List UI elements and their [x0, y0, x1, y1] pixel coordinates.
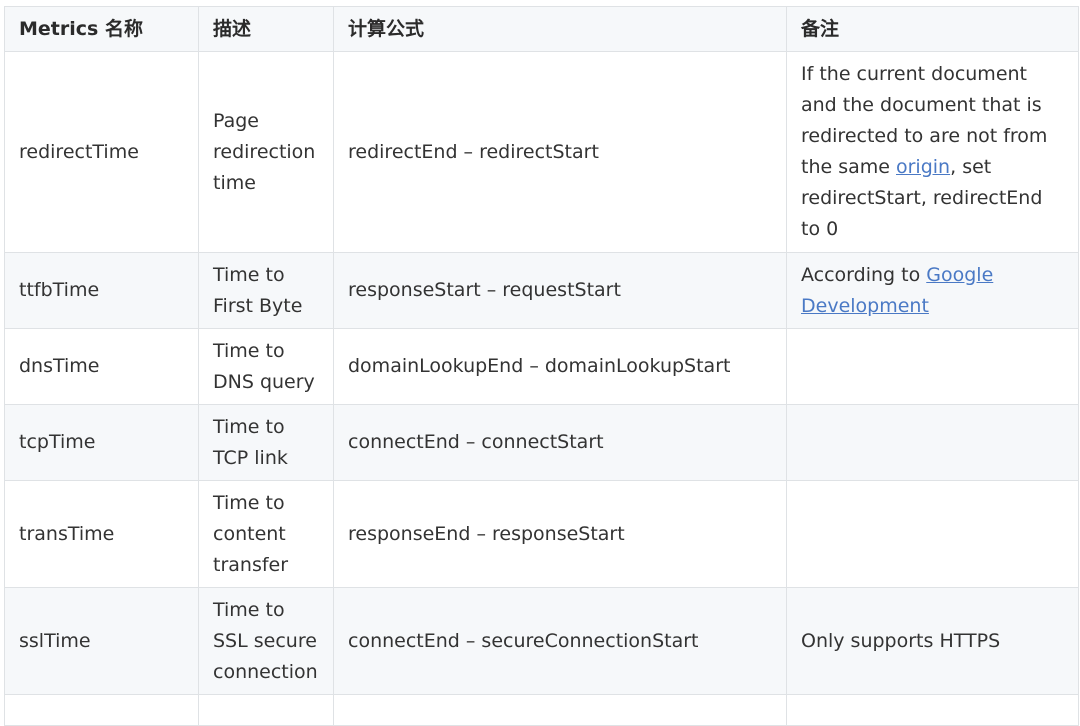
- header-note: 备注: [786, 6, 1079, 52]
- metrics-table: Metrics 名称 描述 计算公式 备注 redirectTime Page …: [4, 6, 1079, 726]
- note-cell: Only supports HTTPS: [786, 587, 1079, 695]
- table-row: transTime Time to content transfer respo…: [4, 480, 1079, 588]
- table-row-partial: [4, 694, 1079, 726]
- table-header: Metrics 名称 描述 计算公式 备注: [4, 6, 1079, 52]
- formula-cell: connectEnd – secureConnectionStart: [333, 587, 787, 695]
- description-cell: Time to First Byte: [198, 252, 334, 329]
- header-row: Metrics 名称 描述 计算公式 备注: [4, 6, 1079, 52]
- formula-cell: responseStart – requestStart: [333, 252, 787, 329]
- metric-name-cell: ttfbTime: [4, 252, 199, 329]
- formula-cell: domainLookupEnd – domainLookupStart: [333, 328, 787, 405]
- table-row: redirectTime Page redirection time redir…: [4, 51, 1079, 253]
- empty-cell: [198, 694, 334, 726]
- metric-name-cell: tcpTime: [4, 404, 199, 481]
- description-cell: Time to DNS query: [198, 328, 334, 405]
- description-cell: Time to content transfer: [198, 480, 334, 588]
- metric-name-cell: sslTime: [4, 587, 199, 695]
- note-cell: [786, 328, 1079, 405]
- metric-name-cell: transTime: [4, 480, 199, 588]
- origin-link[interactable]: origin: [896, 156, 950, 178]
- header-description: 描述: [198, 6, 334, 52]
- description-cell: Time to TCP link: [198, 404, 334, 481]
- formula-cell: responseEnd – responseStart: [333, 480, 787, 588]
- table-row: ttfbTime Time to First Byte responseStar…: [4, 252, 1079, 329]
- note-cell: If the current document and the document…: [786, 51, 1079, 253]
- table-row: dnsTime Time to DNS query domainLookupEn…: [4, 328, 1079, 405]
- table-row: sslTime Time to SSL secure connection co…: [4, 587, 1079, 695]
- description-cell: Page redirection time: [198, 51, 334, 253]
- note-cell: According to Google Development: [786, 252, 1079, 329]
- note-cell: [786, 404, 1079, 481]
- header-metrics-name: Metrics 名称: [4, 6, 199, 52]
- header-formula: 计算公式: [333, 6, 787, 52]
- empty-cell: [4, 694, 199, 726]
- table-body: redirectTime Page redirection time redir…: [4, 51, 1079, 726]
- formula-cell: redirectEnd – redirectStart: [333, 51, 787, 253]
- empty-cell: [786, 694, 1079, 726]
- note-cell: [786, 480, 1079, 588]
- metric-name-cell: dnsTime: [4, 328, 199, 405]
- empty-cell: [333, 694, 787, 726]
- formula-cell: connectEnd – connectStart: [333, 404, 787, 481]
- table-row: tcpTime Time to TCP link connectEnd – co…: [4, 404, 1079, 481]
- metric-name-cell: redirectTime: [4, 51, 199, 253]
- description-cell: Time to SSL secure connection: [198, 587, 334, 695]
- note-text: According to: [801, 263, 927, 286]
